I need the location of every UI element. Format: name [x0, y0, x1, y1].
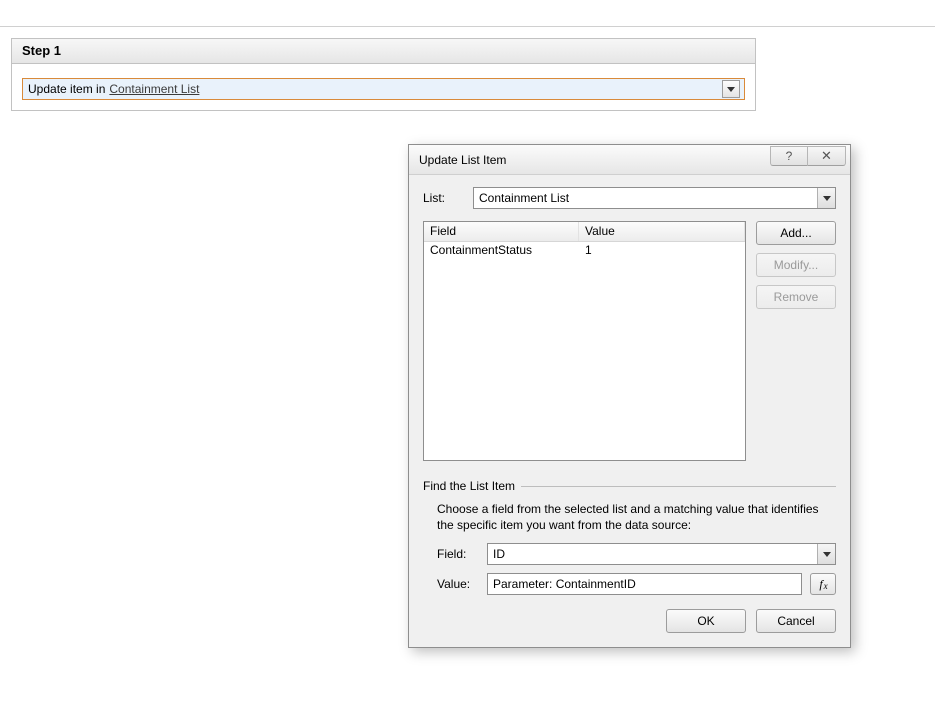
find-field-combobox[interactable]: ID [487, 543, 836, 565]
action-list-link[interactable]: Containment List [109, 82, 199, 96]
find-legend-row: Find the List Item [423, 479, 836, 493]
grid-buttons: Add... Modify... Remove [756, 221, 836, 461]
help-button[interactable]: ? [770, 146, 808, 166]
find-value-input[interactable]: Parameter: ContainmentID [487, 573, 802, 595]
list-combobox[interactable]: Containment List [473, 187, 836, 209]
fx-button[interactable]: fx [810, 573, 836, 595]
cell-field: ContainmentStatus [424, 242, 579, 260]
step-body: Update item in Containment List [11, 64, 756, 111]
chevron-down-icon [727, 87, 735, 92]
add-button[interactable]: Add... [756, 221, 836, 245]
close-icon: ✕ [821, 148, 832, 164]
fx-icon: f [819, 577, 822, 592]
remove-button: Remove [756, 285, 836, 309]
list-combobox-value: Containment List [479, 191, 569, 205]
dialog-body: List: Containment List Field Value Conta… [409, 175, 850, 647]
cell-value: 1 [579, 242, 745, 260]
close-button[interactable]: ✕ [808, 146, 846, 166]
action-prefix: Update item in [28, 82, 105, 96]
find-field-combobox-button[interactable] [817, 544, 835, 564]
workflow-action-text: Update item in Containment List [27, 82, 722, 96]
legend-divider [521, 486, 836, 487]
cancel-button[interactable]: Cancel [756, 609, 836, 633]
find-value-row: Value: Parameter: ContainmentID fx [423, 573, 836, 595]
find-legend: Find the List Item [423, 479, 515, 493]
chevron-down-icon [823, 196, 831, 201]
action-dropdown-button[interactable] [722, 80, 740, 98]
find-field-row: Field: ID [423, 543, 836, 565]
modify-button: Modify... [756, 253, 836, 277]
list-combobox-button[interactable] [817, 188, 835, 208]
list-label: List: [423, 191, 465, 205]
ok-button[interactable]: OK [666, 609, 746, 633]
list-row: List: Containment List [423, 187, 836, 209]
fields-grid-header: Field Value [424, 222, 745, 242]
find-field-label: Field: [437, 547, 479, 561]
col-header-value[interactable]: Value [579, 222, 745, 241]
find-value-text: Parameter: ContainmentID [493, 577, 636, 591]
chevron-down-icon [823, 552, 831, 557]
page-divider [0, 26, 935, 27]
fields-grid[interactable]: Field Value ContainmentStatus 1 [423, 221, 746, 461]
find-field-value: ID [493, 547, 505, 561]
workflow-action-row[interactable]: Update item in Containment List [22, 78, 745, 100]
fx-icon-sub: x [824, 581, 828, 591]
fields-area: Field Value ContainmentStatus 1 Add... M… [423, 221, 836, 461]
help-icon: ? [786, 149, 793, 163]
find-description: Choose a field from the selected list an… [423, 501, 836, 543]
dialog-titlebar[interactable]: Update List Item ? ✕ [409, 145, 850, 175]
table-row[interactable]: ContainmentStatus 1 [424, 242, 745, 260]
update-list-item-dialog: Update List Item ? ✕ List: Containment L… [408, 144, 851, 648]
find-list-item-group: Find the List Item Choose a field from t… [423, 479, 836, 595]
step-panel: Step 1 Update item in Containment List [11, 38, 756, 111]
step-header: Step 1 [11, 38, 756, 64]
col-header-field[interactable]: Field [424, 222, 579, 241]
dialog-title: Update List Item [419, 153, 770, 167]
find-value-label: Value: [437, 577, 479, 591]
dialog-footer: OK Cancel [423, 609, 836, 633]
